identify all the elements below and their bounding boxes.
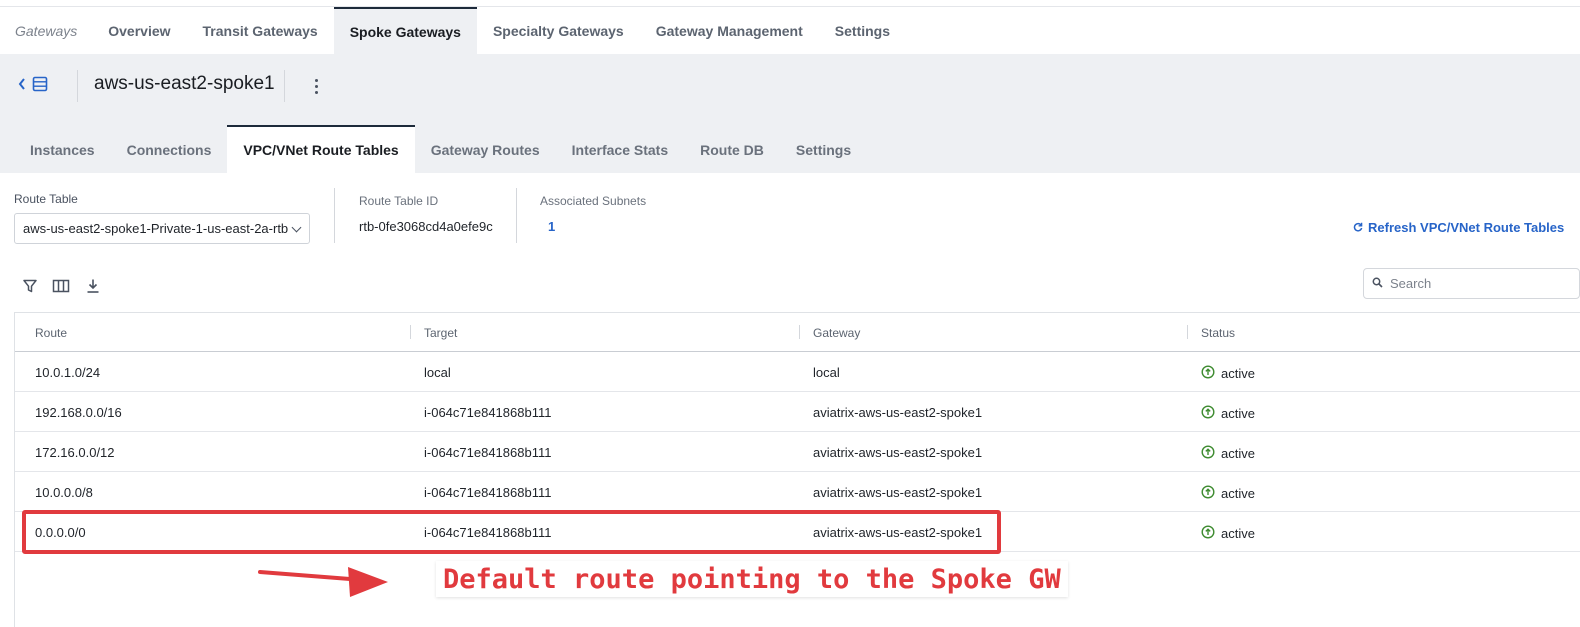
table-header: Route Target Gateway Status (15, 313, 1580, 352)
table-row[interactable]: 10.0.1.0/24 local local active (15, 352, 1580, 392)
chevron-down-icon (291, 222, 302, 233)
annotation-callout: Default route pointing to the Spoke GW (436, 561, 1068, 597)
tab-gateway-management[interactable]: Gateway Management (640, 7, 819, 55)
chevron-left-icon (18, 78, 26, 94)
status-text: active (1221, 486, 1255, 501)
status-text: active (1221, 366, 1255, 381)
cell-route: 10.0.0.0/8 (35, 485, 93, 500)
cell-route: 10.0.1.0/24 (35, 365, 101, 380)
kebab-menu-icon[interactable] (310, 76, 322, 96)
cell-target: i-064c71e841868b111 (424, 405, 552, 420)
cell-route: 172.16.0.0/12 (35, 445, 115, 460)
cell-route: 192.168.0.0/16 (35, 405, 122, 420)
filter-icon[interactable] (20, 276, 40, 296)
associated-subnets-label: Associated Subnets (540, 194, 647, 208)
cell-gateway: aviatrix-aws-us-east2-spoke1 (813, 445, 983, 460)
page-title: aws-us-east2-spoke1 (94, 73, 275, 94)
cell-gateway: aviatrix-aws-us-east2-spoke1 (813, 405, 983, 420)
tab-specialty-gateways[interactable]: Specialty Gateways (477, 7, 640, 55)
list-view-icon (32, 76, 48, 97)
cell-gateway: local (813, 365, 840, 380)
status-text: active (1221, 446, 1255, 461)
tab-overview[interactable]: Overview (92, 7, 186, 55)
table-row[interactable]: 172.16.0.0/12 i-064c71e841868b111 aviatr… (15, 432, 1580, 472)
divider (516, 188, 517, 243)
cell-status: active (1201, 485, 1255, 502)
status-text: active (1221, 406, 1255, 421)
gateway-subtabs: Instances Connections VPC/VNet Route Tab… (0, 125, 867, 173)
top-nav: Gateways Overview Transit Gateways Spoke… (0, 6, 1580, 55)
table-row[interactable]: 192.168.0.0/16 i-064c71e841868b111 aviat… (15, 392, 1580, 432)
download-icon[interactable] (83, 276, 103, 296)
cell-gateway: aviatrix-aws-us-east2-spoke1 (813, 485, 983, 500)
cell-status: active (1201, 405, 1255, 422)
column-header-gateway[interactable]: Gateway (813, 326, 860, 340)
divider (77, 70, 78, 102)
highlight-box (22, 510, 1001, 554)
cell-target: local (424, 365, 451, 380)
column-separator[interactable] (799, 325, 800, 339)
gateway-header: aws-us-east2-spoke1 Instances Connection… (0, 54, 1580, 173)
arrow-up-circle-icon (1201, 445, 1215, 462)
column-separator[interactable] (1187, 325, 1188, 339)
subtab-interface-stats[interactable]: Interface Stats (556, 126, 684, 173)
route-table-id-value: rtb-0fe3068cd4a0efe9c (359, 219, 493, 234)
arrow-up-circle-icon (1201, 525, 1215, 542)
subtab-settings[interactable]: Settings (780, 126, 867, 173)
table-row[interactable]: 10.0.0.0/8 i-064c71e841868b111 aviatrix-… (15, 472, 1580, 512)
status-text: active (1221, 526, 1255, 541)
subtab-connections[interactable]: Connections (111, 126, 228, 173)
refresh-icon (1353, 220, 1363, 235)
arrow-up-circle-icon (1201, 365, 1215, 382)
refresh-route-tables-button[interactable]: Refresh VPC/VNet Route Tables (1353, 220, 1564, 235)
back-button[interactable] (18, 76, 52, 96)
search-icon (1372, 275, 1383, 293)
column-header-route[interactable]: Route (35, 326, 67, 340)
tab-transit-gateways[interactable]: Transit Gateways (187, 7, 334, 55)
route-table-selected: aws-us-east2-spoke1-Private-1-us-east-2a… (23, 221, 289, 236)
route-table-id-label: Route Table ID (359, 194, 439, 208)
tab-settings[interactable]: Settings (819, 7, 906, 55)
subtab-vpc-vnet-route-tables[interactable]: VPC/VNet Route Tables (227, 125, 415, 173)
refresh-label: Refresh VPC/VNet Route Tables (1368, 220, 1565, 235)
associated-subnets-count[interactable]: 1 (548, 219, 555, 234)
divider (284, 70, 285, 102)
cell-status: active (1201, 365, 1255, 382)
cell-target: i-064c71e841868b111 (424, 485, 552, 500)
breadcrumb-gateways[interactable]: Gateways (0, 23, 92, 39)
arrow-up-circle-icon (1201, 405, 1215, 422)
title-bar: aws-us-east2-spoke1 (0, 54, 1580, 116)
subtab-route-db[interactable]: Route DB (684, 126, 780, 173)
cell-status: active (1201, 445, 1255, 462)
column-header-target[interactable]: Target (424, 326, 457, 340)
divider (334, 188, 335, 243)
arrow-up-circle-icon (1201, 485, 1215, 502)
columns-icon[interactable] (51, 276, 71, 296)
route-table-label: Route Table (14, 192, 78, 206)
subtab-gateway-routes[interactable]: Gateway Routes (415, 126, 556, 173)
search-input[interactable] (1390, 276, 1570, 291)
column-separator[interactable] (410, 325, 411, 339)
column-header-status[interactable]: Status (1201, 326, 1235, 340)
cell-target: i-064c71e841868b111 (424, 445, 552, 460)
route-table-select[interactable]: aws-us-east2-spoke1-Private-1-us-east-2a… (14, 213, 310, 244)
search-box[interactable] (1363, 268, 1580, 299)
annotation-arrow-icon (258, 567, 388, 597)
subtab-instances[interactable]: Instances (14, 126, 111, 173)
cell-status: active (1201, 525, 1255, 542)
tab-spoke-gateways[interactable]: Spoke Gateways (333, 6, 477, 55)
